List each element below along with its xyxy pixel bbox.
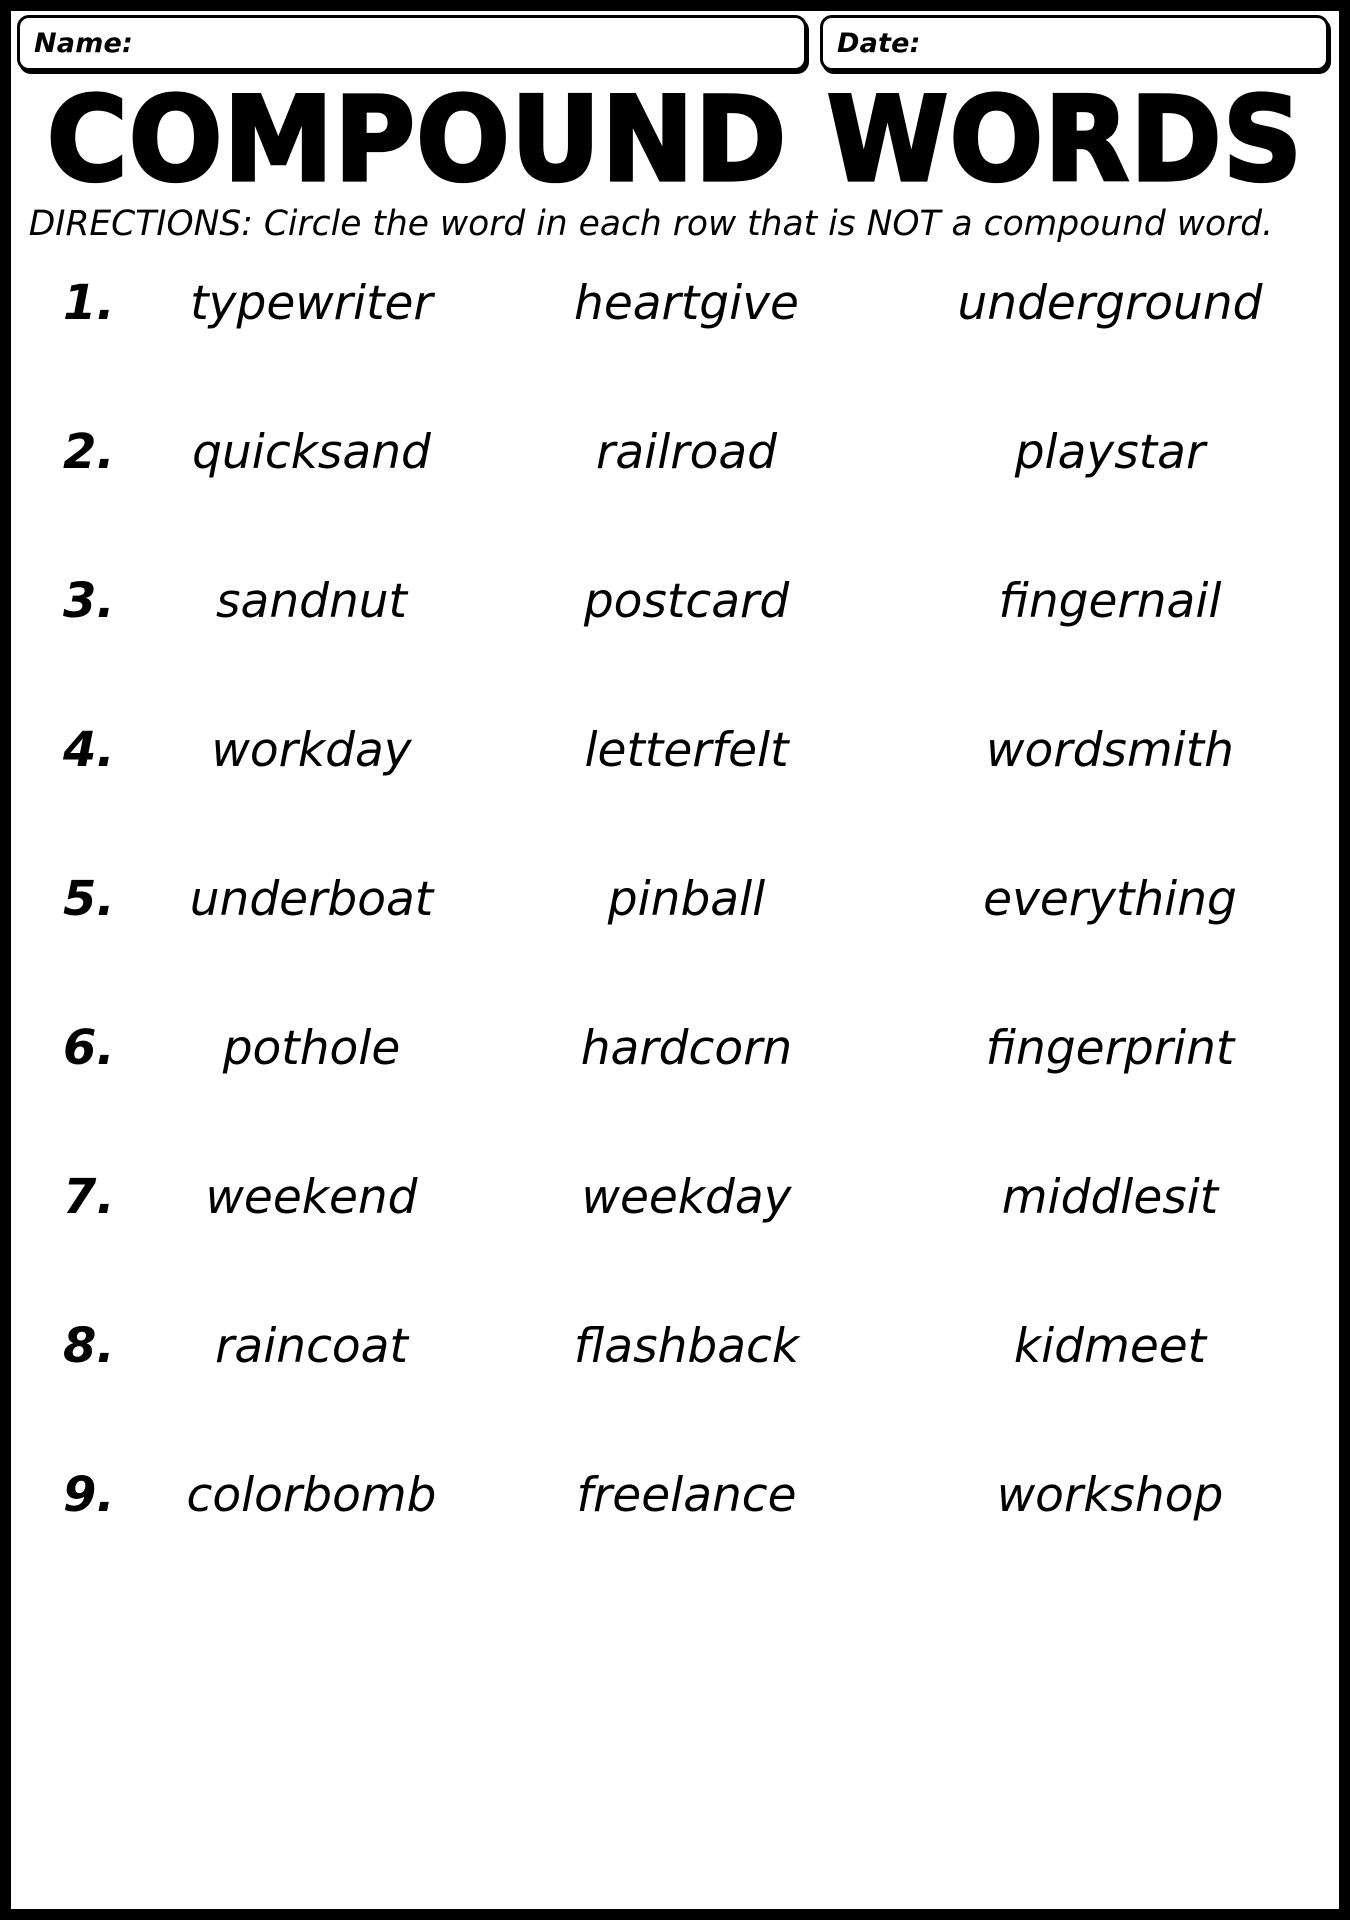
row-number: 5. [63, 870, 115, 927]
table-row: 8. raincoat flashback kidmeet [19, 1322, 1331, 1471]
student-info-header: Name: Date: [11, 11, 1339, 71]
row-number: 3. [63, 572, 115, 629]
table-row: 5. underboat pinball everything [19, 875, 1331, 1024]
date-label: Date: [837, 27, 921, 59]
word-option[interactable]: underboat [139, 876, 484, 923]
name-label: Name: [34, 27, 134, 59]
table-row: 7. weekend weekday middlesit [19, 1173, 1331, 1322]
word-option[interactable]: pothole [139, 1025, 484, 1072]
table-row: 3. sandnut postcard fingernail [19, 577, 1331, 726]
word-option[interactable]: raincoat [139, 1323, 484, 1370]
table-row: 2. quicksand railroad playstar [19, 428, 1331, 577]
word-option[interactable]: playstar [889, 429, 1331, 476]
word-option[interactable]: hardcorn [484, 1025, 889, 1072]
word-option[interactable]: middlesit [889, 1174, 1331, 1221]
row-number: 7. [63, 1168, 115, 1225]
word-option[interactable]: workshop [889, 1472, 1331, 1519]
word-option[interactable]: weekend [139, 1174, 484, 1221]
table-row: 6. pothole hardcorn fingerprint [19, 1024, 1331, 1173]
row-number: 4. [63, 721, 115, 778]
table-row: 9. colorbomb freelance workshop [19, 1471, 1331, 1620]
word-option[interactable]: fingerprint [889, 1025, 1331, 1072]
word-option[interactable]: kidmeet [889, 1323, 1331, 1370]
word-option[interactable]: weekday [484, 1174, 889, 1221]
worksheet-page: Name: Date: COMPOUND WORDS DIRECTIONS: C… [0, 0, 1350, 1920]
row-number: 1. [63, 274, 115, 331]
word-option[interactable]: pinball [484, 876, 889, 923]
word-option[interactable]: colorbomb [139, 1472, 484, 1519]
word-option[interactable]: railroad [484, 429, 889, 476]
word-option[interactable]: fingernail [889, 578, 1331, 625]
word-option[interactable]: wordsmith [889, 727, 1331, 774]
directions-text: DIRECTIONS: Circle the word in each row … [28, 203, 1274, 244]
word-option[interactable]: underground [889, 280, 1331, 327]
page-title: COMPOUND WORDS [45, 71, 1304, 209]
word-option[interactable]: quicksand [139, 429, 484, 476]
row-number: 8. [63, 1317, 115, 1374]
word-option[interactable]: typewriter [139, 280, 484, 327]
word-option[interactable]: workday [139, 727, 484, 774]
name-field[interactable]: Name: [17, 15, 807, 71]
word-option[interactable]: freelance [484, 1472, 889, 1519]
word-option[interactable]: postcard [484, 578, 889, 625]
word-option[interactable]: flashback [484, 1323, 889, 1370]
word-rows-list: 1. typewriter heartgive underground 2. q… [11, 279, 1339, 1620]
word-option[interactable]: everything [889, 876, 1331, 923]
word-option[interactable]: letterfelt [484, 727, 889, 774]
table-row: 4. workday letterfelt wordsmith [19, 726, 1331, 875]
date-field[interactable]: Date: [820, 15, 1329, 71]
word-option[interactable]: sandnut [139, 578, 484, 625]
worksheet-content: Name: Date: COMPOUND WORDS DIRECTIONS: C… [11, 11, 1339, 1909]
row-number: 2. [63, 423, 115, 480]
row-number: 6. [63, 1019, 115, 1076]
row-number: 9. [63, 1466, 115, 1523]
table-row: 1. typewriter heartgive underground [19, 279, 1331, 428]
word-option[interactable]: heartgive [484, 280, 889, 327]
